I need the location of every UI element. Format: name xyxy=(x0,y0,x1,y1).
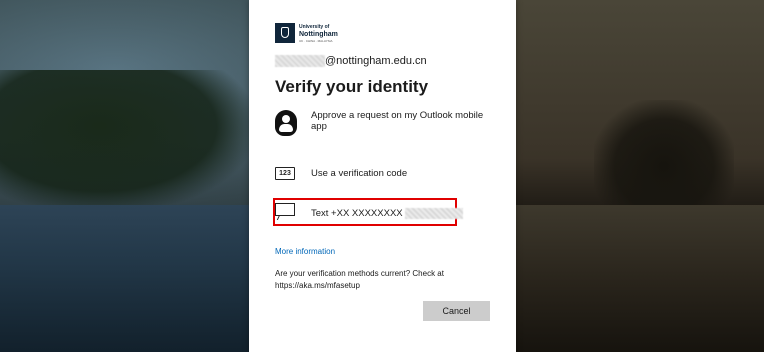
university-logo: University of Nottingham UK · CHINA · MA… xyxy=(275,23,345,45)
sign-in-card: University of Nottingham UK · CHINA · MA… xyxy=(249,0,516,352)
crest-icon xyxy=(275,23,295,43)
logo-line2: Nottingham xyxy=(299,30,338,38)
redacted-phone xyxy=(404,208,463,220)
option-approve-app[interactable]: Approve a request on my Outlook mobile a… xyxy=(275,110,495,136)
email-domain: @nottingham.edu.cn xyxy=(325,55,427,67)
option-verification-code-label: Use a verification code xyxy=(311,167,408,179)
option-text-sms[interactable]: Text +XX XXXXXXXX xyxy=(275,203,495,225)
background-trees-left xyxy=(0,70,250,210)
person-icon xyxy=(275,110,297,136)
sms-icon xyxy=(275,203,297,225)
option-text-sms-label: Text +XX XXXXXXXX xyxy=(311,208,463,220)
account-email: @nottingham.edu.cn xyxy=(275,54,427,68)
more-information-link[interactable]: More information xyxy=(275,247,335,256)
background-water-right xyxy=(516,205,764,352)
methods-check-text: Are your verification methods current? C… xyxy=(275,269,444,290)
logo-text: University of Nottingham UK · CHINA · MA… xyxy=(299,24,338,43)
background-trees-right xyxy=(594,100,734,210)
background-water-left xyxy=(0,205,250,352)
code-icon: 123 xyxy=(275,162,297,184)
option-verification-code[interactable]: 123 Use a verification code xyxy=(275,162,495,184)
logo-line3: UK · CHINA · MALAYSIA xyxy=(299,38,333,43)
redacted-username xyxy=(275,55,325,67)
page-title: Verify your identity xyxy=(275,77,429,96)
cancel-button[interactable]: Cancel xyxy=(423,301,490,321)
option-approve-app-label: Approve a request on my Outlook mobile a… xyxy=(311,110,484,132)
